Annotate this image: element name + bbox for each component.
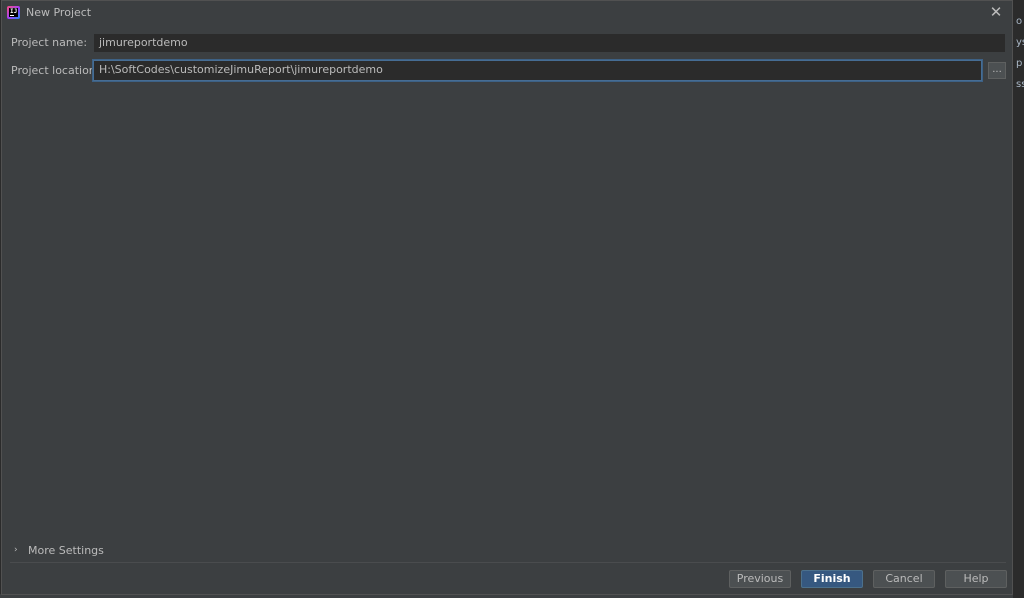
background-editor-edge: o ys p ss (1013, 0, 1024, 598)
new-project-dialog: IJ New Project ✕ Project name: jimurepor… (1, 0, 1013, 595)
project-name-label: Project name: (11, 36, 88, 49)
dialog-titlebar[interactable]: IJ New Project ✕ (2, 1, 1012, 26)
help-button[interactable]: Help (945, 570, 1007, 588)
project-location-label: Project location: (11, 64, 100, 77)
background-glyph: ys (1016, 37, 1024, 48)
background-glyph: p (1016, 58, 1023, 69)
more-settings-toggle[interactable]: › More Settings (14, 543, 104, 557)
footer-divider (10, 562, 1006, 563)
chevron-right-icon: › (14, 545, 18, 555)
browse-button[interactable]: ... (988, 62, 1006, 79)
cancel-button[interactable]: Cancel (873, 570, 935, 588)
previous-button[interactable]: Previous (729, 570, 791, 588)
dialog-title: New Project (26, 6, 92, 19)
project-location-input[interactable]: H:\SoftCodes\customizeJimuReport\jimurep… (93, 60, 982, 81)
more-settings-label: More Settings (28, 543, 104, 557)
close-icon[interactable]: ✕ (988, 4, 1004, 20)
background-glyph: o (1016, 16, 1023, 27)
project-name-input[interactable]: jimureportdemo (93, 33, 1006, 53)
finish-button[interactable]: Finish (801, 570, 863, 588)
background-glyph: ss (1016, 79, 1024, 90)
intellij-idea-icon: IJ (7, 6, 20, 19)
